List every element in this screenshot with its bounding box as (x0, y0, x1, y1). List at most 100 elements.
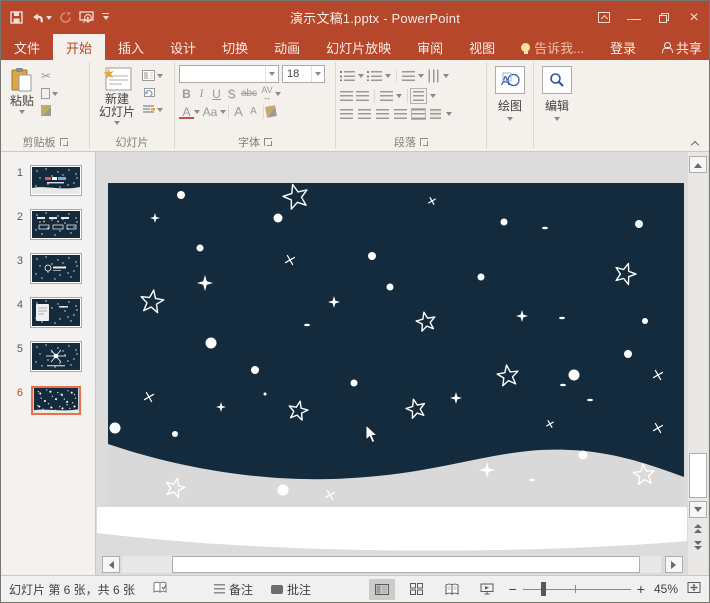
undo-dropdown-caret[interactable] (46, 16, 52, 23)
numbering-icon[interactable] (367, 71, 382, 81)
tab-transitions[interactable]: 切换 (209, 34, 261, 60)
decrease-font-button[interactable]: A (246, 106, 261, 117)
font-dialog-launcher[interactable] (264, 138, 272, 146)
underline-button[interactable]: U (209, 87, 224, 101)
new-slide-dropdown-caret[interactable] (114, 121, 120, 128)
vertical-scrollbar[interactable] (688, 152, 708, 575)
copy-button[interactable] (41, 88, 58, 99)
columns-icon[interactable] (380, 91, 393, 101)
save-icon[interactable] (10, 11, 23, 24)
fit-slide-to-window-button[interactable] (687, 581, 701, 597)
editing-button[interactable] (542, 66, 572, 94)
paste-button[interactable]: 粘贴 (5, 63, 39, 133)
tab-file[interactable]: 文件 (1, 34, 53, 60)
tab-slideshow[interactable]: 幻灯片放映 (313, 34, 404, 60)
character-spacing-button[interactable]: AV↔ (259, 87, 275, 101)
clear-formatting-icon[interactable] (265, 105, 277, 118)
tab-tellme[interactable]: 告诉我... (508, 34, 597, 60)
close-button[interactable]: × (679, 1, 709, 34)
increase-font-button[interactable]: A (231, 104, 246, 119)
font-color-button[interactable]: A (179, 105, 194, 119)
change-case-button[interactable]: Aa (200, 105, 220, 119)
line-spacing-icon[interactable] (402, 71, 415, 81)
slideshow-view-button[interactable] (474, 579, 500, 600)
customize-qat-caret[interactable] (102, 13, 109, 23)
vertical-scroll-thumb[interactable] (689, 453, 707, 498)
tab-design[interactable]: 设计 (157, 34, 209, 60)
cut-icon[interactable]: ✂ (41, 70, 58, 82)
tab-share[interactable]: 共享 (649, 34, 710, 60)
increase-indent-icon[interactable] (356, 91, 369, 101)
paragraph-dialog-launcher[interactable] (420, 138, 428, 146)
redo-icon[interactable] (59, 11, 72, 24)
strikethrough-button[interactable]: abc (239, 88, 259, 99)
slide-thumbnail-3[interactable] (31, 254, 81, 283)
horizontal-scroll-thumb[interactable] (172, 556, 640, 573)
scroll-down-button[interactable] (689, 501, 707, 518)
scroll-left-button[interactable] (102, 556, 120, 573)
clipboard-dialog-launcher[interactable] (60, 138, 68, 146)
bold-button[interactable]: B (179, 87, 194, 101)
text-direction-icon[interactable] (429, 70, 439, 83)
format-painter-icon[interactable] (41, 105, 51, 116)
slide-sorter-view-button[interactable] (404, 579, 430, 600)
next-slide-button[interactable] (689, 537, 707, 554)
italic-button[interactable]: I (194, 86, 209, 101)
drawing-dropdown-caret[interactable] (507, 117, 513, 124)
zoom-slider[interactable] (523, 582, 631, 596)
normal-view-button[interactable] (369, 579, 395, 600)
editing-dropdown-caret[interactable] (554, 117, 560, 124)
horizontal-scrollbar[interactable] (96, 556, 687, 573)
zoom-in-button[interactable]: + (637, 584, 645, 594)
tab-view[interactable]: 视图 (456, 34, 508, 60)
align-center-icon[interactable] (358, 109, 371, 119)
spacing-dropdown-caret[interactable] (275, 92, 281, 99)
scroll-right-button[interactable] (665, 556, 683, 573)
zoom-slider-thumb[interactable] (541, 582, 546, 596)
reset-button[interactable] (142, 87, 163, 98)
tab-animations[interactable]: 动画 (261, 34, 313, 60)
tab-review[interactable]: 审阅 (404, 34, 456, 60)
drawing-button[interactable]: A (495, 66, 525, 94)
ribbon-display-options-button[interactable] (589, 1, 619, 34)
align-text-icon[interactable] (413, 91, 424, 101)
align-right-icon[interactable] (376, 109, 389, 119)
align-left-icon[interactable] (340, 109, 353, 119)
spellcheck-icon[interactable] (153, 581, 168, 597)
font-name-combobox[interactable] (179, 65, 279, 83)
section-button[interactable] (142, 104, 163, 115)
layout-button[interactable] (142, 70, 163, 81)
undo-button[interactable] (30, 12, 52, 24)
tab-signin[interactable]: 登录 (597, 34, 649, 60)
slide-thumbnail-1[interactable] (31, 166, 81, 195)
comments-button[interactable]: 批注 (271, 581, 311, 598)
smartart-icon[interactable] (430, 109, 441, 119)
slide-thumbnail-2[interactable] (31, 210, 81, 239)
start-slideshow-icon[interactable] (79, 11, 95, 24)
slide-thumbnail-5[interactable] (31, 342, 81, 371)
minimize-button[interactable]: — (619, 1, 649, 34)
tab-insert[interactable]: 插入 (105, 34, 157, 60)
add-remove-columns-icon[interactable] (412, 109, 425, 119)
zoom-out-button[interactable]: − (509, 584, 517, 594)
slide-thumbnail-row-2: 2 (1, 210, 95, 239)
decrease-indent-icon[interactable] (340, 91, 353, 101)
collapse-ribbon-button[interactable] (691, 139, 699, 147)
slide-thumbnail-4[interactable] (31, 298, 81, 327)
font-size-combobox[interactable]: 18 (282, 65, 325, 83)
justify-icon[interactable] (394, 109, 407, 119)
slide-canvas[interactable] (108, 183, 684, 507)
bullets-icon[interactable] (340, 71, 355, 81)
maximize-button[interactable] (649, 1, 679, 34)
new-slide-button[interactable]: 新建幻灯片 (94, 63, 140, 133)
text-shadow-button[interactable]: S (224, 87, 239, 101)
tab-home[interactable]: 开始 (53, 34, 105, 60)
scroll-up-button[interactable] (689, 156, 707, 173)
previous-slide-button[interactable] (689, 520, 707, 537)
slide-thumbnail-6[interactable] (31, 386, 81, 415)
zoom-percentage[interactable]: 45% (654, 582, 678, 596)
notes-button[interactable]: 备注 (214, 581, 253, 598)
change-case-caret[interactable] (220, 110, 226, 117)
reading-view-button[interactable] (439, 579, 465, 600)
paste-dropdown-caret[interactable] (19, 110, 25, 117)
